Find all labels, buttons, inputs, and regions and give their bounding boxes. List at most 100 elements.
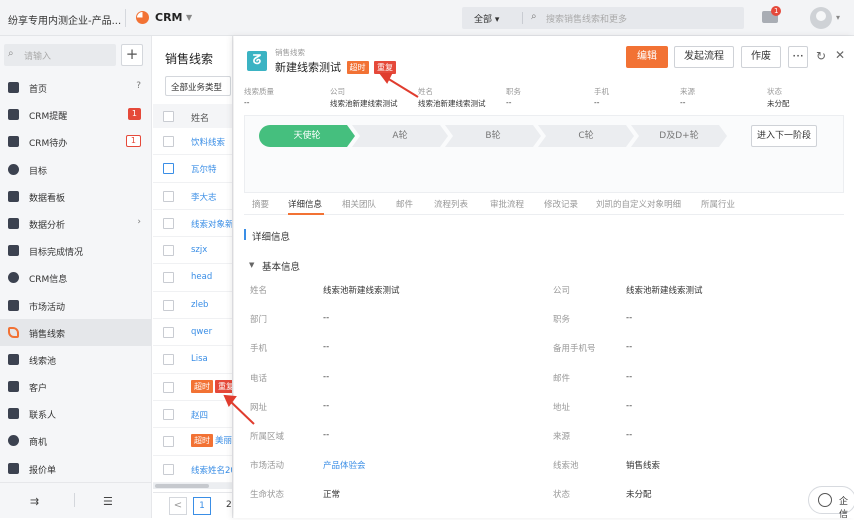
tab-3[interactable]: 相关团队 <box>342 198 376 210</box>
lead-name-link[interactable]: 赵四 <box>191 409 208 421</box>
row-checkbox[interactable] <box>163 408 174 420</box>
group-title[interactable]: 基本信息 <box>262 259 300 273</box>
collapse-icon[interactable]: ⇉ <box>30 495 39 508</box>
list-item[interactable]: 超时 重复 <box>153 374 232 401</box>
refresh-icon[interactable]: ↻ <box>816 49 826 63</box>
caret-down-icon[interactable]: ▼ <box>249 261 254 269</box>
lead-name-link[interactable]: 饮料线索 <box>191 136 225 148</box>
list-item[interactable]: 赵四 <box>153 401 232 429</box>
chevron-down-icon[interactable]: ▾ <box>836 13 840 22</box>
list-item[interactable]: 线索姓名20 <box>153 456 232 483</box>
edit-button[interactable]: 编辑 <box>626 46 668 68</box>
lead-name-link[interactable]: 美丽 <box>215 436 232 446</box>
menu-settings-icon[interactable]: ☰ <box>103 495 113 508</box>
list-item[interactable]: szjx <box>153 237 232 265</box>
stage-step[interactable]: D及D+轮 <box>631 125 727 147</box>
app-switcher[interactable]: CRM <box>155 11 183 24</box>
row-checkbox[interactable] <box>163 217 174 229</box>
lead-name-link[interactable]: qwer <box>191 327 212 337</box>
sidebar-item-person[interactable]: 联系人 <box>0 400 151 427</box>
list-item[interactable]: 饮料线索 <box>153 128 232 156</box>
list-item[interactable]: 瓦尔特 <box>153 155 232 183</box>
sidebar-search[interactable]: ⌕ 请输入 <box>4 44 116 66</box>
close-icon[interactable]: ✕ <box>835 48 845 62</box>
sidebar-item-quote[interactable]: 报价单 <box>0 455 151 482</box>
lead-name-link[interactable]: 瓦尔特 <box>191 163 217 175</box>
list-item[interactable]: 超时 美丽 <box>153 428 232 456</box>
tab-7[interactable]: 修改记录 <box>544 198 578 210</box>
lead-name-link[interactable]: 线索对象新建 <box>191 218 232 230</box>
lead-name-link[interactable]: 李大志 <box>191 191 217 203</box>
add-button[interactable]: + <box>121 44 143 66</box>
sidebar-item-analysis[interactable]: 数据分析 › <box>0 210 151 237</box>
list-item[interactable]: zleb <box>153 292 232 320</box>
tab-2[interactable]: 详细信息 <box>288 198 322 210</box>
chevron-down-icon[interactable]: ▼ <box>186 13 192 22</box>
stage-step[interactable]: B轮 <box>445 125 541 147</box>
sidebar-item-clipboard[interactable]: CRM待办 1 <box>0 128 151 155</box>
tab-5[interactable]: 流程列表 <box>434 198 468 210</box>
more-button[interactable]: ··· <box>788 46 808 68</box>
sidebar-item-home[interactable]: 首页? <box>0 74 151 101</box>
prev-page-button[interactable]: < <box>169 497 187 515</box>
sidebar-item-flag[interactable]: 市场活动 <box>0 292 151 319</box>
help-icon[interactable]: ? <box>136 81 141 91</box>
stage-step[interactable]: C轮 <box>538 125 634 147</box>
sidebar-item-building[interactable]: 客户 <box>0 373 151 400</box>
tab-8[interactable]: 刘凯的自定义对象明细 <box>596 198 681 210</box>
sidebar-item-target[interactable]: 目标 <box>0 156 151 183</box>
lead-name-link[interactable]: szjx <box>191 245 207 255</box>
search-scope-select[interactable]: 全部 ▾ <box>474 12 499 25</box>
tab-6[interactable]: 审批流程 <box>490 198 524 210</box>
sidebar-item-bell[interactable]: CRM提醒 1 <box>0 101 151 128</box>
stage-step[interactable]: A轮 <box>352 125 448 147</box>
row-checkbox[interactable] <box>163 272 174 284</box>
tab-4[interactable]: 邮件 <box>396 198 413 210</box>
column-header-name[interactable]: 姓名 <box>191 111 209 124</box>
horizontal-scrollbar[interactable] <box>153 483 232 489</box>
search-input[interactable]: 搜索销售线索和更多 <box>546 12 627 25</box>
select-all-checkbox[interactable] <box>163 111 174 122</box>
sidebar-item-pie[interactable]: CRM信息 <box>0 264 151 291</box>
row-checkbox[interactable] <box>163 436 174 448</box>
list-item[interactable]: head <box>153 264 232 292</box>
list-item[interactable]: 李大志 <box>153 183 232 210</box>
row-checkbox[interactable] <box>163 354 174 366</box>
chat-widget[interactable]: 企信 <box>808 486 854 520</box>
row-checkbox[interactable] <box>163 327 174 339</box>
field-value-link[interactable]: 产品体验会 <box>323 459 366 471</box>
row-checkbox[interactable] <box>163 463 174 475</box>
row-checkbox[interactable] <box>163 136 174 147</box>
row-checkbox[interactable] <box>163 163 174 175</box>
sidebar-item-opportunity[interactable]: 商机 <box>0 427 151 454</box>
sidebar-search-input[interactable]: 请输入 <box>24 49 51 62</box>
tab-1[interactable]: 摘要 <box>252 198 269 210</box>
lead-name-link[interactable]: 线索姓名20 <box>191 464 232 476</box>
avatar[interactable] <box>810 7 832 29</box>
lead-name-link[interactable]: head <box>191 272 212 282</box>
page-1-button[interactable]: 1 <box>193 497 211 515</box>
list-item[interactable]: 线索对象新建 <box>153 210 232 238</box>
row-checkbox[interactable] <box>163 381 174 393</box>
sidebar-item-pool[interactable]: 线索池 <box>0 346 151 373</box>
void-button[interactable]: 作废 <box>741 46 781 68</box>
sidebar-item-dashboard[interactable]: 数据看板 <box>0 183 151 210</box>
row-checkbox[interactable] <box>163 190 174 202</box>
list-item[interactable]: qwer <box>153 319 232 347</box>
row-checkbox[interactable] <box>163 245 174 257</box>
business-type-filter[interactable]: 全部业务类型 <box>165 76 231 96</box>
sidebar-item-check-shield[interactable]: 目标完成情况 <box>0 237 151 264</box>
tab-9[interactable]: 所属行业 <box>701 198 735 210</box>
lead-name-link[interactable]: Lisa <box>191 354 208 364</box>
row-checkbox[interactable] <box>163 299 174 311</box>
list-item[interactable]: Lisa <box>153 346 232 374</box>
chevron-right-icon[interactable]: › <box>137 217 141 227</box>
stage-step[interactable]: 天使轮 <box>259 125 355 147</box>
global-search[interactable]: 全部 ▾ ⌕ 搜索销售线索和更多 <box>462 7 744 29</box>
lead-name-link[interactable]: zleb <box>191 300 208 310</box>
sidebar-item-lead[interactable]: 销售线索 <box>0 318 151 346</box>
page-2-button[interactable]: 2 <box>226 500 232 510</box>
next-stage-button[interactable]: 进入下一阶段 <box>751 125 817 147</box>
org-name[interactable]: 纷享专用内测企业-产品... <box>8 12 121 27</box>
start-flow-button[interactable]: 发起流程 <box>674 46 734 68</box>
